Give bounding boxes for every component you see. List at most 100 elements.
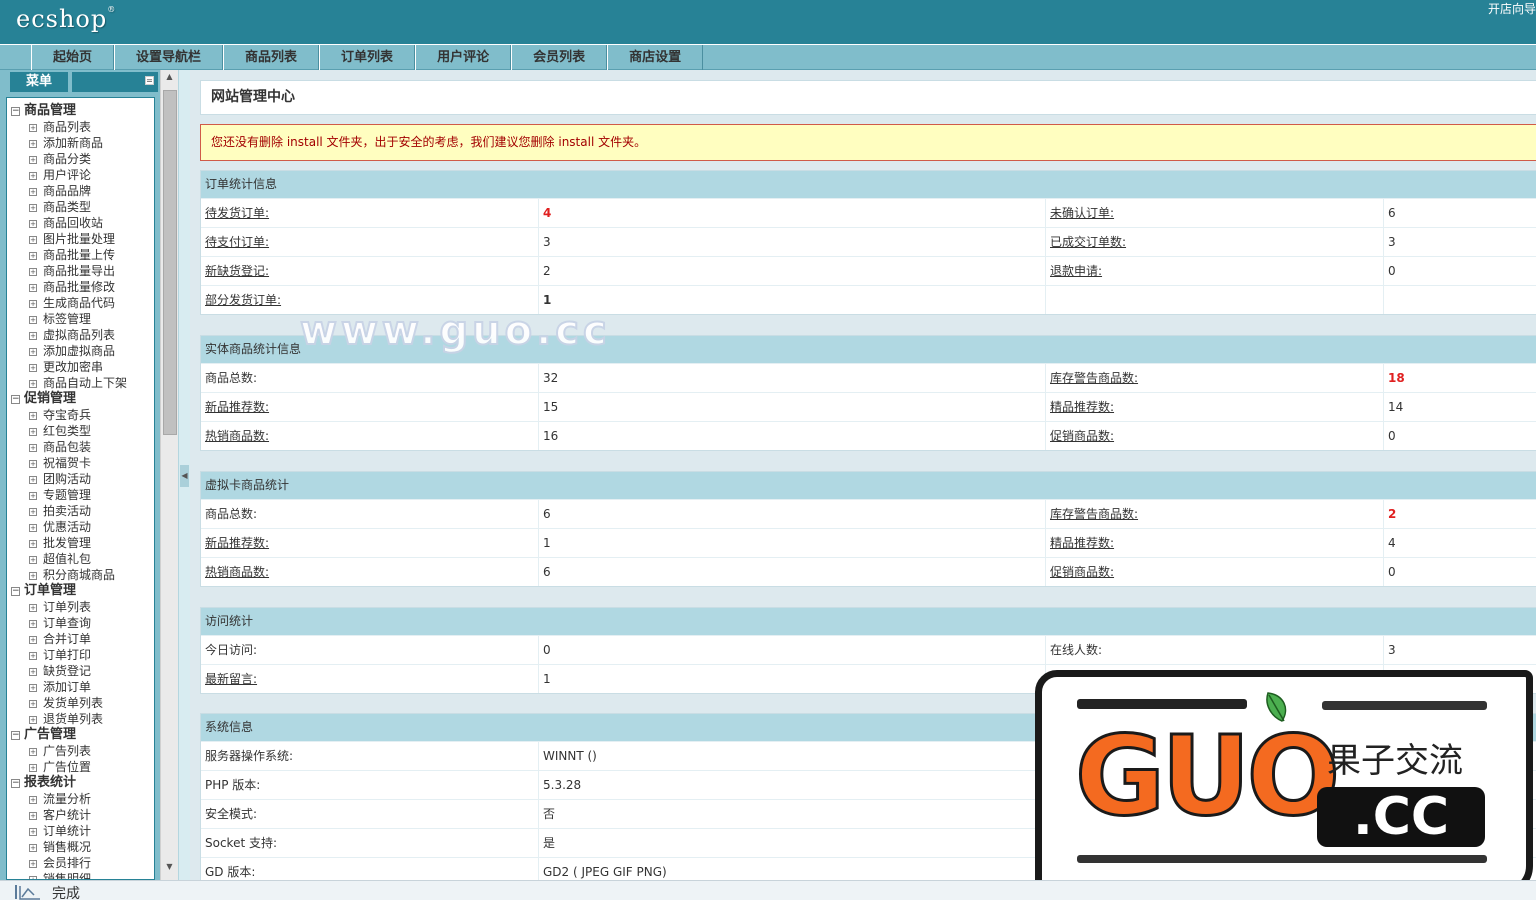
menu-item[interactable]: + 图片批量处理: [11, 231, 154, 247]
menu-item[interactable]: + 商品批量导出: [11, 263, 154, 279]
menu-item[interactable]: + 客户统计: [11, 807, 154, 823]
stat-link[interactable]: 促销商品数:: [1050, 565, 1114, 579]
menu-item[interactable]: + 专题管理: [11, 487, 154, 503]
menu-item[interactable]: + 祝福贺卡: [11, 455, 154, 471]
stat-link[interactable]: 热销商品数:: [205, 565, 269, 579]
menu-group-title[interactable]: − 订单管理: [11, 583, 154, 599]
menu-group-title[interactable]: − 报表统计: [11, 775, 154, 791]
table-cell[interactable]: 热销商品数:: [201, 558, 539, 586]
table-cell[interactable]: 新缺货登记:: [201, 257, 539, 285]
menu-group-title[interactable]: − 促销管理: [11, 391, 154, 407]
table-cell[interactable]: 最新留言:: [201, 665, 539, 693]
stat-link[interactable]: 部分发货订单:: [205, 293, 281, 307]
menu-item[interactable]: + 夺宝奇兵: [11, 407, 154, 423]
sidebar-scrollbar[interactable]: ▲ ▼: [160, 70, 178, 880]
nav-order-list[interactable]: 订单列表: [319, 45, 416, 70]
menu-item[interactable]: + 商品类型: [11, 199, 154, 215]
scroll-thumb[interactable]: [163, 90, 177, 435]
table-cell[interactable]: 精品推荐数:: [1046, 393, 1384, 421]
menu-item[interactable]: + 广告列表: [11, 743, 154, 759]
menu-item[interactable]: + 商品回收站: [11, 215, 154, 231]
table-cell[interactable]: 待发货订单:: [201, 199, 539, 227]
menu-item[interactable]: + 拍卖活动: [11, 503, 154, 519]
menu-item[interactable]: + 商品包装: [11, 439, 154, 455]
menu-item[interactable]: + 退货单列表: [11, 711, 154, 727]
table-cell[interactable]: 库存警告商品数:: [1046, 500, 1384, 528]
stat-link[interactable]: 热销商品数:: [205, 429, 269, 443]
menu-item[interactable]: + 优惠活动: [11, 519, 154, 535]
menu-item[interactable]: + 添加订单: [11, 679, 154, 695]
menu-item[interactable]: + 流量分析: [11, 791, 154, 807]
stat-link[interactable]: 待支付订单:: [205, 235, 269, 249]
menu-item[interactable]: + 红包类型: [11, 423, 154, 439]
table-cell[interactable]: 未确认订单:: [1046, 199, 1384, 227]
stat-link[interactable]: 已成交订单数:: [1050, 235, 1126, 249]
menu-item[interactable]: + 缺货登记: [11, 663, 154, 679]
nav-home[interactable]: 起始页: [31, 45, 115, 70]
menu-item[interactable]: + 超值礼包: [11, 551, 154, 567]
menu-item[interactable]: + 合并订单: [11, 631, 154, 647]
menu-item[interactable]: + 订单列表: [11, 599, 154, 615]
table-cell[interactable]: 精品推荐数:: [1046, 529, 1384, 557]
menu-item[interactable]: + 批发管理: [11, 535, 154, 551]
nav-settings[interactable]: 设置导航栏: [114, 45, 224, 70]
collapse-arrow-icon[interactable]: ◀: [180, 465, 189, 487]
menu-item[interactable]: + 会员排行: [11, 855, 154, 871]
stat-link[interactable]: 促销商品数:: [1050, 429, 1114, 443]
menu-item[interactable]: + 发货单列表: [11, 695, 154, 711]
stat-link[interactable]: 新缺货登记:: [205, 264, 269, 278]
menu-item[interactable]: + 商品分类: [11, 151, 154, 167]
collapse-icon[interactable]: −: [11, 107, 20, 116]
menu-tab[interactable]: 菜单: [10, 72, 68, 92]
table-cell[interactable]: 库存警告商品数:: [1046, 364, 1384, 392]
stat-link[interactable]: 精品推荐数:: [1050, 536, 1114, 550]
nav-members[interactable]: 会员列表: [511, 45, 608, 70]
collapse-icon[interactable]: −: [11, 395, 20, 404]
menu-item[interactable]: + 标签管理: [11, 311, 154, 327]
nav-shop-settings[interactable]: 商店设置: [607, 45, 704, 70]
scroll-down-icon[interactable]: ▼: [161, 862, 178, 878]
stat-link[interactable]: 新品推荐数:: [205, 400, 269, 414]
table-cell[interactable]: 促销商品数:: [1046, 558, 1384, 586]
table-cell[interactable]: 促销商品数:: [1046, 422, 1384, 450]
menu-item[interactable]: + 虚拟商品列表: [11, 327, 154, 343]
stat-link[interactable]: 最新留言:: [205, 672, 257, 686]
menu-item[interactable]: + 销售明细: [11, 871, 154, 879]
shop-wizard-link[interactable]: 开店向导: [1488, 0, 1536, 17]
menu-item[interactable]: + 订单打印: [11, 647, 154, 663]
scroll-up-icon[interactable]: ▲: [161, 72, 178, 88]
stat-link[interactable]: 库存警告商品数:: [1050, 371, 1138, 385]
table-cell[interactable]: 新品推荐数:: [201, 529, 539, 557]
menu-group-title[interactable]: − 广告管理: [11, 727, 154, 743]
collapse-icon[interactable]: =: [145, 76, 154, 85]
stat-link[interactable]: 待发货订单:: [205, 206, 269, 220]
table-cell[interactable]: 已成交订单数:: [1046, 228, 1384, 256]
menu-item[interactable]: + 商品批量修改: [11, 279, 154, 295]
menu-item[interactable]: + 积分商城商品: [11, 567, 154, 583]
table-cell[interactable]: 退款申请:: [1046, 257, 1384, 285]
collapse-icon[interactable]: −: [11, 587, 20, 596]
menu-item[interactable]: + 商品品牌: [11, 183, 154, 199]
table-cell[interactable]: 新品推荐数:: [201, 393, 539, 421]
menu-item[interactable]: + 添加新商品: [11, 135, 154, 151]
menu-item[interactable]: + 用户评论: [11, 167, 154, 183]
nav-goods-list[interactable]: 商品列表: [223, 45, 320, 70]
menu-group-title[interactable]: − 商品管理: [11, 103, 154, 119]
ecshop-logo[interactable]: ecshop®: [16, 5, 116, 33]
menu-item[interactable]: + 商品自动上下架: [11, 375, 154, 391]
table-cell[interactable]: 热销商品数:: [201, 422, 539, 450]
nav-comments[interactable]: 用户评论: [415, 45, 512, 70]
table-cell[interactable]: 待支付订单:: [201, 228, 539, 256]
menu-item[interactable]: + 广告位置: [11, 759, 154, 775]
stat-link[interactable]: 新品推荐数:: [205, 536, 269, 550]
stat-link[interactable]: 精品推荐数:: [1050, 400, 1114, 414]
menu-item[interactable]: + 添加虚拟商品: [11, 343, 154, 359]
menu-item[interactable]: + 生成商品代码: [11, 295, 154, 311]
menu-item[interactable]: + 更改加密串: [11, 359, 154, 375]
collapse-icon[interactable]: −: [11, 779, 20, 788]
menu-item[interactable]: + 商品批量上传: [11, 247, 154, 263]
stat-link[interactable]: 退款申请:: [1050, 264, 1102, 278]
menu-item[interactable]: + 商品列表: [11, 119, 154, 135]
menu-item[interactable]: + 订单统计: [11, 823, 154, 839]
menu-item[interactable]: + 销售概况: [11, 839, 154, 855]
